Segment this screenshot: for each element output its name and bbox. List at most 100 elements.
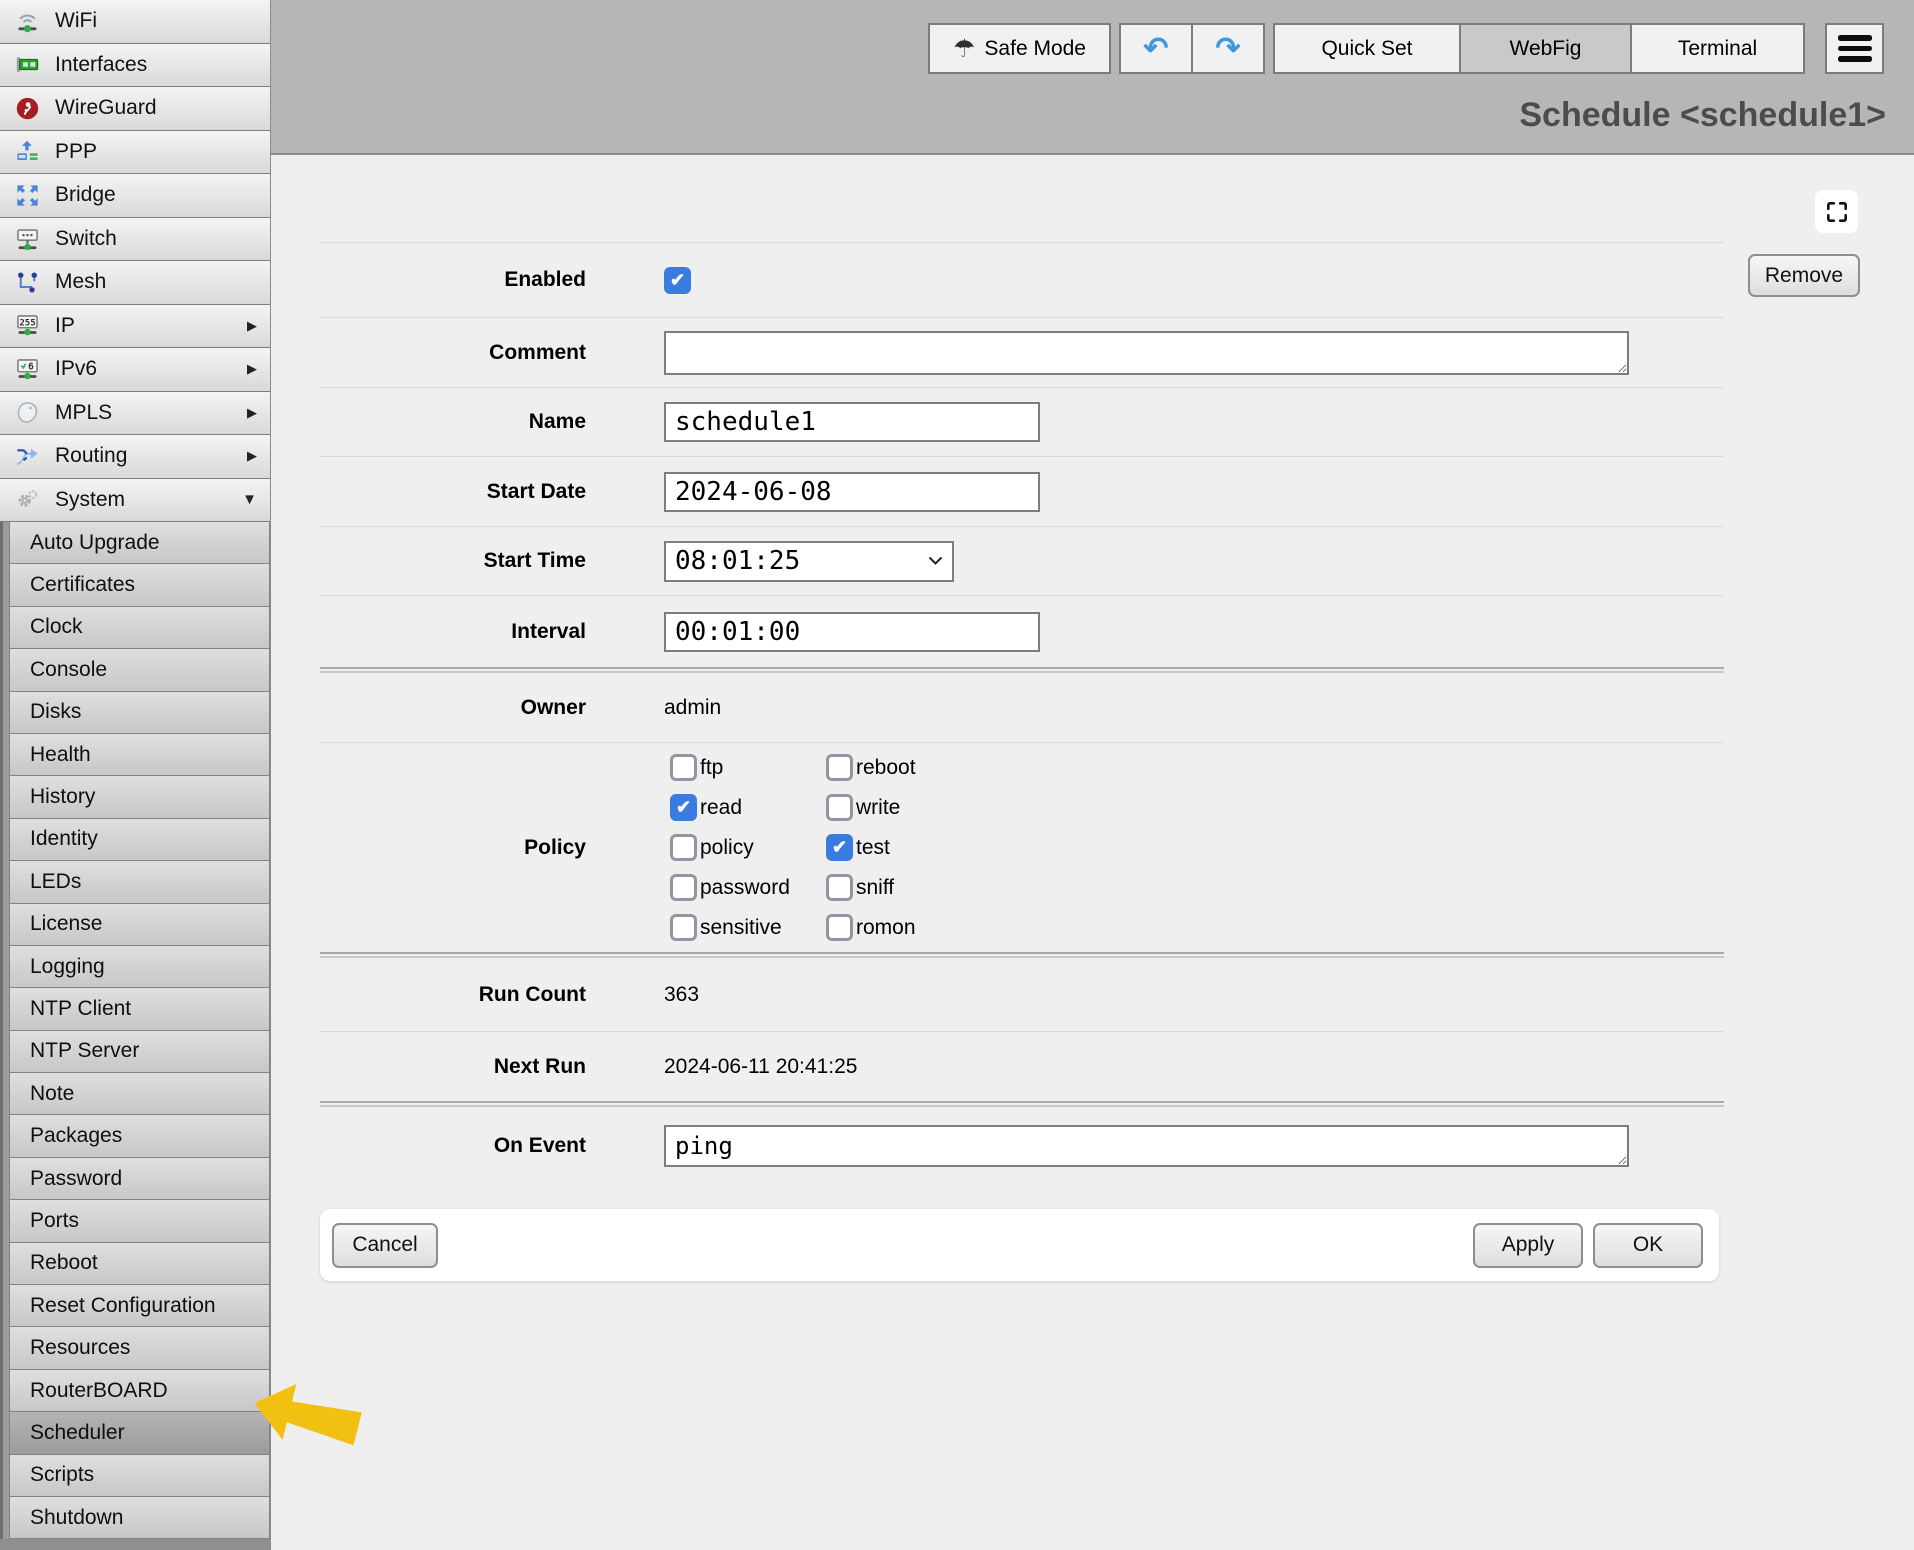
tab-terminal[interactable]: Terminal xyxy=(1630,23,1805,74)
sidebar-item-ntp-client[interactable]: NTP Client xyxy=(9,987,270,1030)
sidebar-item-mpls[interactable]: MPLS▶ xyxy=(0,392,270,436)
enabled-row: Enabled xyxy=(320,242,1724,317)
apply-button[interactable]: Apply xyxy=(1473,1223,1583,1268)
sidebar-item-interfaces[interactable]: Interfaces xyxy=(0,44,270,88)
sidebar-item-history[interactable]: History xyxy=(9,775,270,818)
sidebar-item-system[interactable]: System ▼ xyxy=(0,479,270,523)
sidebar-item-wireguard[interactable]: WireGuard xyxy=(0,87,270,131)
sidebar-item-scripts[interactable]: Scripts xyxy=(9,1454,270,1497)
on-event-input[interactable]: ping xyxy=(664,1125,1629,1167)
switch-icon xyxy=(14,225,41,252)
undo-button[interactable]: ↶ xyxy=(1119,23,1193,74)
svg-text:255: 255 xyxy=(19,319,35,329)
interval-input[interactable] xyxy=(664,612,1040,652)
sidebar-item-password[interactable]: Password xyxy=(9,1157,270,1200)
sidebar-item-ipv6[interactable]: 6IPv6▶ xyxy=(0,348,270,392)
policy-option-write[interactable]: write xyxy=(826,794,1056,821)
policy-option-read[interactable]: read xyxy=(670,794,826,821)
run-count-label: Run Count xyxy=(320,983,586,1007)
sidebar-item-health[interactable]: Health xyxy=(9,733,270,776)
sidebar-item-label: MPLS xyxy=(55,401,112,425)
unchecked-checkbox-icon xyxy=(670,914,697,941)
wifi-icon xyxy=(14,8,41,35)
sidebar-item-bridge[interactable]: Bridge xyxy=(0,174,270,218)
tab-webfig[interactable]: WebFig xyxy=(1459,23,1632,74)
policy-option-sensitive[interactable]: sensitive xyxy=(670,914,826,941)
sidebar-item-label: NTP Server xyxy=(30,1039,139,1063)
policy-option-sniff[interactable]: sniff xyxy=(826,874,1056,901)
sidebar-item-reset-configuration[interactable]: Reset Configuration xyxy=(9,1284,270,1327)
policy-option-password[interactable]: password xyxy=(670,874,826,901)
sidebar-item-resources[interactable]: Resources xyxy=(9,1326,270,1369)
sidebar-item-label: Certificates xyxy=(30,573,135,597)
routing-icon xyxy=(14,443,41,470)
sidebar-item-packages[interactable]: Packages xyxy=(9,1114,270,1157)
chevron-right-icon: ▶ xyxy=(247,361,257,377)
policy-option-test[interactable]: test xyxy=(826,834,1056,861)
sidebar-item-note[interactable]: Note xyxy=(9,1072,270,1115)
sidebar-item-wifi[interactable]: WiFi xyxy=(0,0,270,44)
ipv6-icon: 6 xyxy=(14,356,41,383)
sidebar-item-switch[interactable]: Switch xyxy=(0,218,270,262)
svg-text:6: 6 xyxy=(28,361,34,372)
comment-input[interactable] xyxy=(664,331,1629,375)
unchecked-checkbox-icon xyxy=(670,874,697,901)
sidebar-item-label: Note xyxy=(30,1082,74,1106)
comment-row: Comment xyxy=(320,317,1724,387)
name-input[interactable] xyxy=(664,402,1040,442)
ok-button[interactable]: OK xyxy=(1593,1223,1703,1268)
redo-button[interactable]: ↷ xyxy=(1191,23,1265,74)
policy-option-label: romon xyxy=(856,916,916,940)
sidebar-item-label: Health xyxy=(30,743,91,767)
policy-option-label: write xyxy=(856,796,900,820)
sidebar-item-mesh[interactable]: Mesh xyxy=(0,261,270,305)
sidebar-item-certificates[interactable]: Certificates xyxy=(9,563,270,606)
sidebar-item-label: WiFi xyxy=(55,9,97,33)
policy-option-label: sniff xyxy=(856,876,894,900)
sidebar-item-routerboard[interactable]: RouterBOARD xyxy=(9,1369,270,1412)
policy-option-label: policy xyxy=(700,836,754,860)
remove-button[interactable]: Remove xyxy=(1748,254,1860,297)
unchecked-checkbox-icon xyxy=(670,834,697,861)
start-time-select[interactable]: 08:01:25 xyxy=(664,541,954,582)
enabled-checkbox[interactable] xyxy=(664,267,691,294)
policy-option-romon[interactable]: romon xyxy=(826,914,1056,941)
sidebar-item-logging[interactable]: Logging xyxy=(9,945,270,988)
sidebar-item-license[interactable]: License xyxy=(9,903,270,946)
sidebar-item-label: Interfaces xyxy=(55,53,147,77)
menu-button[interactable] xyxy=(1825,23,1884,74)
sidebar-item-console[interactable]: Console xyxy=(9,648,270,691)
safe-mode-button[interactable]: ☂ Safe Mode xyxy=(928,23,1111,74)
sidebar-item-ports[interactable]: Ports xyxy=(9,1199,270,1242)
start-date-input[interactable] xyxy=(664,472,1040,512)
cancel-button[interactable]: Cancel xyxy=(332,1223,438,1268)
policy-option-policy[interactable]: policy xyxy=(670,834,826,861)
checked-checkbox-icon xyxy=(670,794,697,821)
sidebar-item-leds[interactable]: LEDs xyxy=(9,860,270,903)
chevron-down-icon: ▼ xyxy=(242,491,257,508)
fullscreen-button[interactable] xyxy=(1815,190,1858,233)
start-time-label: Start Time xyxy=(320,549,586,573)
sidebar-item-shutdown[interactable]: Shutdown xyxy=(9,1496,270,1539)
policy-option-reboot[interactable]: reboot xyxy=(826,754,1056,781)
policy-option-ftp[interactable]: ftp xyxy=(670,754,826,781)
sidebar-item-label: Scripts xyxy=(30,1463,94,1487)
sidebar-item-ppp[interactable]: PPP xyxy=(0,131,270,175)
sidebar-item-ip[interactable]: 255IP▶ xyxy=(0,305,270,349)
sidebar-item-reboot[interactable]: Reboot xyxy=(9,1242,270,1285)
sidebar-item-ntp-server[interactable]: NTP Server xyxy=(9,1030,270,1073)
sidebar-item-label: LEDs xyxy=(30,870,81,894)
sidebar-item-label: Disks xyxy=(30,700,81,724)
sidebar-item-clock[interactable]: Clock xyxy=(9,606,270,649)
next-run-value: 2024-06-11 20:41:25 xyxy=(664,1055,857,1079)
sidebar-item-auto-upgrade[interactable]: Auto Upgrade xyxy=(9,521,270,564)
sidebar-item-disks[interactable]: Disks xyxy=(9,691,270,734)
sidebar-item-label: Clock xyxy=(30,615,83,639)
sidebar-item-routing[interactable]: Routing▶ xyxy=(0,435,270,479)
name-row: Name xyxy=(320,387,1724,456)
tab-quick-set[interactable]: Quick Set xyxy=(1273,23,1461,74)
sidebar-item-scheduler[interactable]: Scheduler xyxy=(9,1411,270,1454)
sidebar-item-label: System xyxy=(55,488,125,512)
sidebar-item-label: Reset Configuration xyxy=(30,1294,216,1318)
sidebar-item-identity[interactable]: Identity xyxy=(9,818,270,861)
